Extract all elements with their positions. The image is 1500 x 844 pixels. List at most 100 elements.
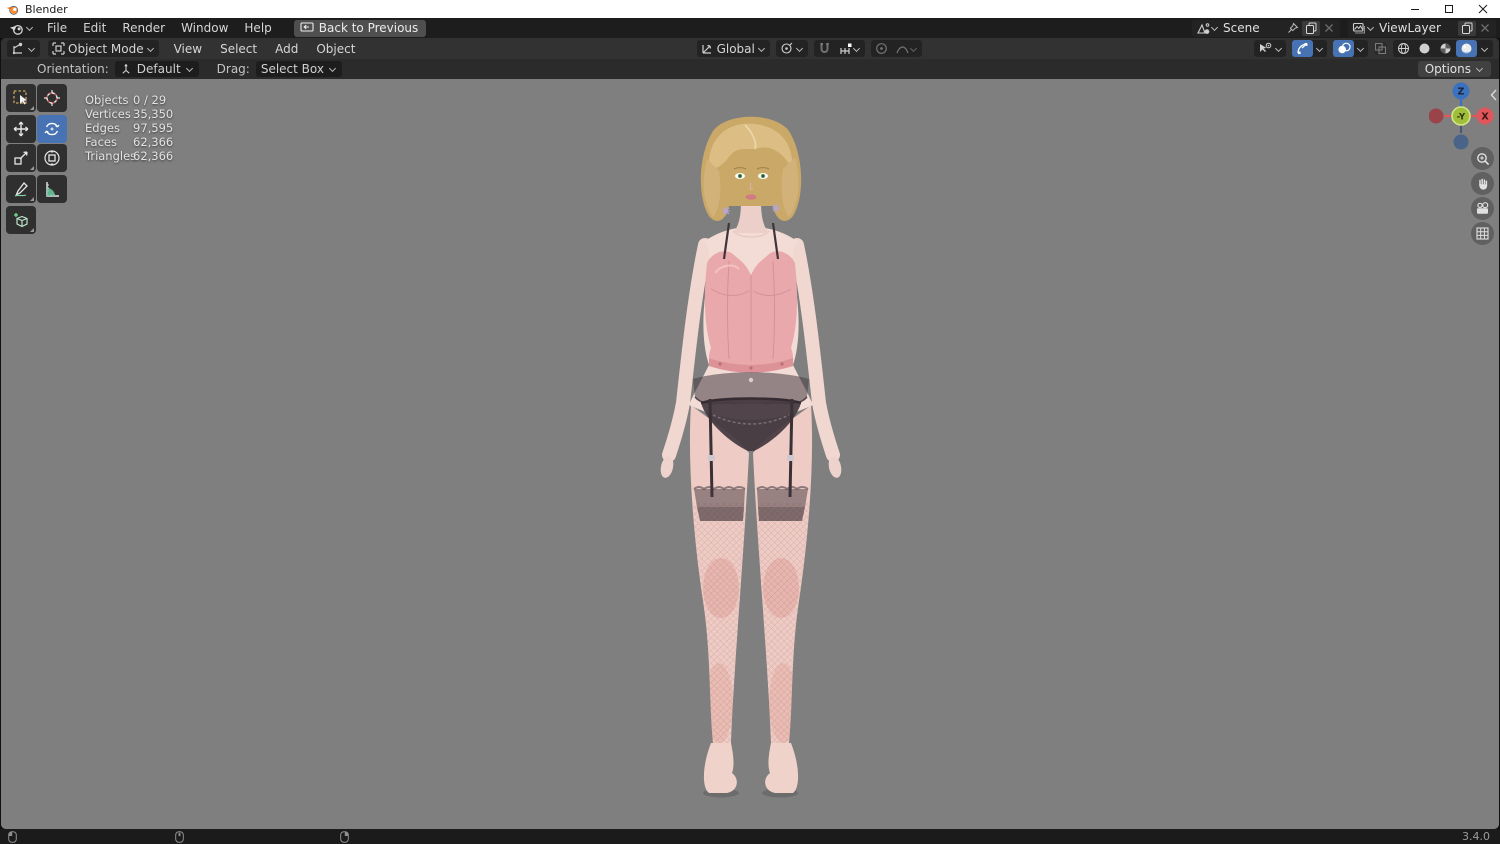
shading-rendered-button[interactable]	[1456, 40, 1477, 57]
chevron-down-icon	[26, 24, 34, 32]
close-button[interactable]	[1466, 0, 1500, 18]
menu-window[interactable]: Window	[173, 19, 236, 37]
new-scene-icon[interactable]	[1302, 20, 1320, 36]
menu-object[interactable]: Object	[307, 40, 364, 58]
wireframe-icon	[1398, 43, 1409, 54]
tool-move[interactable]	[6, 115, 36, 143]
menu-view[interactable]: View	[165, 40, 211, 58]
character-model[interactable]	[641, 103, 861, 803]
tool-cursor[interactable]	[37, 84, 67, 112]
snap-toggle[interactable]	[814, 40, 835, 57]
options-dropdown[interactable]: Options	[1417, 61, 1491, 77]
annotate-pen-icon	[14, 182, 28, 197]
shading-material-button[interactable]	[1435, 40, 1456, 57]
mode-dropdown[interactable]: Object Mode	[48, 40, 159, 57]
menu-render[interactable]: Render	[114, 19, 173, 37]
sidebar-collapse-arrow[interactable]	[1490, 89, 1497, 101]
shading-mode-group	[1393, 40, 1493, 57]
os-titlebar: Blender	[0, 0, 1500, 18]
blender-menu-icon	[10, 24, 23, 35]
orientation-field-label: Orientation:	[37, 62, 109, 76]
chevron-down-icon	[853, 45, 861, 53]
tool-measure[interactable]	[37, 175, 67, 203]
menu-edit[interactable]: Edit	[75, 19, 114, 37]
scene-name[interactable]: Scene	[1219, 21, 1284, 35]
falloff-dropdown[interactable]	[892, 40, 922, 57]
tool-rotate[interactable]	[37, 115, 67, 143]
xray-icon	[1374, 42, 1387, 55]
top-menu-bar: File Edit Render Window Help Back to Pre…	[0, 18, 1500, 38]
show-overlays-toggle[interactable]	[1333, 40, 1354, 57]
menu-add[interactable]: Add	[266, 40, 307, 58]
gizmo-icon	[1297, 42, 1308, 55]
blender-logo-icon	[6, 3, 19, 16]
visibility-dropdown[interactable]	[1254, 40, 1286, 57]
stat-objects: Objects 0 / 29	[85, 93, 167, 107]
mouse-middle-icon	[175, 831, 184, 843]
pan-button[interactable]	[1471, 172, 1494, 195]
orthographic-toggle-button[interactable]	[1471, 222, 1494, 245]
menu-file[interactable]: File	[39, 19, 75, 37]
blender-window: Blender File Edit Render Window Help Bac…	[0, 0, 1500, 844]
back-to-previous-label: Back to Previous	[318, 20, 419, 35]
stat-faces: Faces 62,366	[85, 135, 174, 149]
minimize-button[interactable]	[1398, 0, 1432, 18]
tool-transform[interactable]	[37, 144, 67, 172]
magnet-icon	[820, 43, 829, 53]
status-bar: 3.4.0	[0, 829, 1500, 844]
object-mode-icon	[52, 42, 65, 55]
menu-select[interactable]: Select	[211, 40, 266, 58]
camera-view-button[interactable]	[1471, 197, 1494, 220]
object-visibility-icon	[1259, 42, 1271, 52]
viewport-header: Object Mode View Select Add Object Globa…	[1, 38, 1499, 59]
stats-overlay: Objects 0 / 29 Vertices 35,350 Edges 97,595…	[85, 93, 173, 163]
drag-dropdown[interactable]: Select Box	[255, 61, 342, 77]
maximize-button[interactable]	[1432, 0, 1466, 18]
rendered-icon	[1461, 43, 1472, 54]
tool-select-box[interactable]	[6, 84, 36, 112]
snap-with-dropdown[interactable]	[835, 40, 865, 57]
navigation-gizmo[interactable]: Z X -Y	[1429, 81, 1495, 153]
tool-scale[interactable]	[6, 144, 36, 172]
new-viewlayer-icon[interactable]	[1458, 20, 1476, 36]
transform-icon	[44, 150, 60, 166]
shading-wireframe-button[interactable]	[1393, 40, 1414, 57]
orientation-dropdown[interactable]: Global	[696, 40, 770, 57]
back-to-previous-button[interactable]: Back to Previous	[293, 19, 427, 37]
tool-annotate[interactable]	[6, 175, 36, 203]
overlays-control	[1333, 40, 1368, 57]
proportional-edit-toggle[interactable]	[871, 40, 892, 57]
falloff-curve-icon	[896, 46, 909, 54]
orientation-default-dropdown[interactable]: Default	[114, 61, 199, 77]
show-gizmo-toggle[interactable]	[1292, 40, 1313, 57]
shading-solid-button[interactable]	[1414, 40, 1435, 57]
viewport-editor-icon	[12, 42, 23, 55]
material-preview-icon	[1440, 43, 1451, 54]
axis-z-label: Z	[1458, 87, 1465, 98]
viewport-canvas[interactable]: Objects 0 / 29 Vertices 35,350 Edges 97,595…	[1, 79, 1499, 829]
proportional-circle-icon	[875, 43, 887, 54]
blender-app-menu[interactable]	[4, 22, 39, 35]
viewlayer-name[interactable]: ViewLayer	[1375, 21, 1458, 35]
select-box-icon	[13, 90, 27, 105]
measure-icon	[46, 182, 59, 197]
unlink-scene-icon[interactable]	[1320, 21, 1338, 36]
xray-toggle[interactable]	[1374, 42, 1387, 55]
scene-selector[interactable]: Scene	[1192, 19, 1340, 37]
chevron-down-icon	[1316, 45, 1324, 53]
tool-add-cube[interactable]	[6, 206, 36, 234]
orientation-default-value: Default	[136, 62, 181, 76]
increment-snap-icon	[840, 43, 852, 54]
editor-type-button[interactable]	[7, 40, 40, 57]
viewport-nav-buttons	[1471, 147, 1494, 245]
remove-viewlayer-icon[interactable]	[1476, 21, 1494, 36]
zoom-button[interactable]	[1471, 147, 1494, 170]
solid-icon	[1419, 43, 1430, 54]
chevron-down-icon	[1476, 65, 1484, 73]
menu-help[interactable]: Help	[236, 19, 279, 37]
global-orientation-icon	[701, 44, 711, 54]
tool-shelf	[6, 84, 67, 234]
viewlayer-selector[interactable]: ViewLayer	[1348, 19, 1496, 37]
pin-icon[interactable]	[1284, 21, 1302, 36]
pivot-dropdown[interactable]	[775, 40, 808, 57]
